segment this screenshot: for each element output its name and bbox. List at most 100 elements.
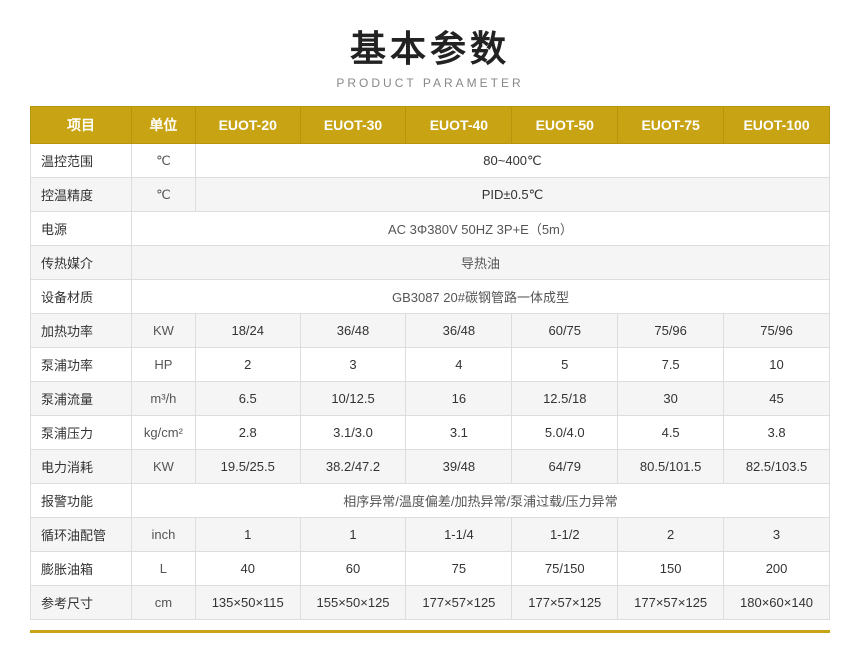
row-value: 3.8 bbox=[724, 416, 830, 450]
row-value: 12.5/18 bbox=[512, 382, 618, 416]
row-value: 75/150 bbox=[512, 552, 618, 586]
row-value: 2 bbox=[195, 348, 300, 382]
header-cell: EUOT-75 bbox=[618, 107, 724, 144]
row-label: 传热媒介 bbox=[31, 246, 132, 280]
row-label: 泵浦功率 bbox=[31, 348, 132, 382]
row-label: 循环油配管 bbox=[31, 518, 132, 552]
row-unit: HP bbox=[131, 348, 195, 382]
row-span-value: PID±0.5℃ bbox=[195, 178, 829, 212]
row-unit: KW bbox=[131, 450, 195, 484]
row-value: 2 bbox=[618, 518, 724, 552]
row-value: 60/75 bbox=[512, 314, 618, 348]
table-row: 报警功能相序异常/温度偏差/加热异常/泵浦过载/压力异常 bbox=[31, 484, 830, 518]
table-row: 膨胀油箱L40607575/150150200 bbox=[31, 552, 830, 586]
row-value: 177×57×125 bbox=[512, 586, 618, 620]
header-cell: EUOT-40 bbox=[406, 107, 512, 144]
row-value: 180×60×140 bbox=[724, 586, 830, 620]
row-value: 39/48 bbox=[406, 450, 512, 484]
row-value: 82.5/103.5 bbox=[724, 450, 830, 484]
row-label: 泵浦压力 bbox=[31, 416, 132, 450]
row-value: 200 bbox=[724, 552, 830, 586]
row-value: 16 bbox=[406, 382, 512, 416]
row-value: 150 bbox=[618, 552, 724, 586]
table-row: 设备材质GB3087 20#碳钢管路一体成型 bbox=[31, 280, 830, 314]
row-unit: ℃ bbox=[131, 178, 195, 212]
row-value: 7.5 bbox=[618, 348, 724, 382]
table-body: 温控范围℃80~400℃控温精度℃PID±0.5℃电源AC 3Φ380V 50H… bbox=[31, 144, 830, 620]
row-value: 177×57×125 bbox=[406, 586, 512, 620]
row-value: 5 bbox=[512, 348, 618, 382]
row-value: 177×57×125 bbox=[618, 586, 724, 620]
row-label: 电力消耗 bbox=[31, 450, 132, 484]
header-cell: EUOT-100 bbox=[724, 107, 830, 144]
row-span-value: GB3087 20#碳钢管路一体成型 bbox=[131, 280, 829, 314]
row-value: 80.5/101.5 bbox=[618, 450, 724, 484]
row-value: 19.5/25.5 bbox=[195, 450, 300, 484]
row-unit: kg/cm² bbox=[131, 416, 195, 450]
table-row: 温控范围℃80~400℃ bbox=[31, 144, 830, 178]
row-value: 10 bbox=[724, 348, 830, 382]
row-value: 155×50×125 bbox=[300, 586, 406, 620]
table-row: 加热功率KW18/2436/4836/4860/7575/9675/96 bbox=[31, 314, 830, 348]
title-section: 基本参数 PRODUCT PARAMETER bbox=[30, 20, 830, 90]
row-label: 设备材质 bbox=[31, 280, 132, 314]
row-value: 10/12.5 bbox=[300, 382, 406, 416]
row-value: 2.8 bbox=[195, 416, 300, 450]
row-label: 泵浦流量 bbox=[31, 382, 132, 416]
row-unit: m³/h bbox=[131, 382, 195, 416]
row-value: 1 bbox=[300, 518, 406, 552]
sub-title: PRODUCT PARAMETER bbox=[30, 76, 830, 90]
row-value: 75/96 bbox=[724, 314, 830, 348]
page-container: 基本参数 PRODUCT PARAMETER 项目单位EUOT-20EUOT-3… bbox=[0, 0, 860, 653]
row-value: 60 bbox=[300, 552, 406, 586]
row-value: 36/48 bbox=[406, 314, 512, 348]
table-row: 传热媒介导热油 bbox=[31, 246, 830, 280]
bottom-line bbox=[30, 630, 830, 633]
row-span-value: 相序异常/温度偏差/加热异常/泵浦过载/压力异常 bbox=[131, 484, 829, 518]
row-label: 电源 bbox=[31, 212, 132, 246]
row-label: 膨胀油箱 bbox=[31, 552, 132, 586]
main-title: 基本参数 bbox=[30, 20, 830, 72]
row-label: 温控范围 bbox=[31, 144, 132, 178]
row-label: 控温精度 bbox=[31, 178, 132, 212]
row-label: 加热功率 bbox=[31, 314, 132, 348]
row-span-value: 80~400℃ bbox=[195, 144, 829, 178]
row-label: 参考尺寸 bbox=[31, 586, 132, 620]
table-row: 泵浦流量m³/h6.510/12.51612.5/183045 bbox=[31, 382, 830, 416]
row-value: 3 bbox=[724, 518, 830, 552]
row-value: 6.5 bbox=[195, 382, 300, 416]
table-row: 泵浦压力kg/cm²2.83.1/3.03.15.0/4.04.53.8 bbox=[31, 416, 830, 450]
row-value: 5.0/4.0 bbox=[512, 416, 618, 450]
header-cell: EUOT-20 bbox=[195, 107, 300, 144]
row-label: 报警功能 bbox=[31, 484, 132, 518]
row-value: 1 bbox=[195, 518, 300, 552]
row-unit: L bbox=[131, 552, 195, 586]
row-value: 30 bbox=[618, 382, 724, 416]
row-value: 4.5 bbox=[618, 416, 724, 450]
row-value: 18/24 bbox=[195, 314, 300, 348]
table-row: 参考尺寸cm135×50×115155×50×125177×57×125177×… bbox=[31, 586, 830, 620]
row-value: 75/96 bbox=[618, 314, 724, 348]
row-unit: ℃ bbox=[131, 144, 195, 178]
row-value: 4 bbox=[406, 348, 512, 382]
row-value: 3.1/3.0 bbox=[300, 416, 406, 450]
row-unit: KW bbox=[131, 314, 195, 348]
row-value: 1-1/2 bbox=[512, 518, 618, 552]
row-value: 75 bbox=[406, 552, 512, 586]
row-span-value: 导热油 bbox=[131, 246, 829, 280]
table-row: 控温精度℃PID±0.5℃ bbox=[31, 178, 830, 212]
row-value: 38.2/47.2 bbox=[300, 450, 406, 484]
header-cell: EUOT-30 bbox=[300, 107, 406, 144]
header-cell: EUOT-50 bbox=[512, 107, 618, 144]
table-header-row: 项目单位EUOT-20EUOT-30EUOT-40EUOT-50EUOT-75E… bbox=[31, 107, 830, 144]
params-table: 项目单位EUOT-20EUOT-30EUOT-40EUOT-50EUOT-75E… bbox=[30, 106, 830, 620]
row-value: 45 bbox=[724, 382, 830, 416]
table-row: 泵浦功率HP23457.510 bbox=[31, 348, 830, 382]
row-value: 1-1/4 bbox=[406, 518, 512, 552]
header-cell: 单位 bbox=[131, 107, 195, 144]
table-row: 电源AC 3Φ380V 50HZ 3P+E（5m） bbox=[31, 212, 830, 246]
row-value: 135×50×115 bbox=[195, 586, 300, 620]
row-value: 64/79 bbox=[512, 450, 618, 484]
table-row: 电力消耗KW19.5/25.538.2/47.239/4864/7980.5/1… bbox=[31, 450, 830, 484]
table-row: 循环油配管inch111-1/41-1/223 bbox=[31, 518, 830, 552]
